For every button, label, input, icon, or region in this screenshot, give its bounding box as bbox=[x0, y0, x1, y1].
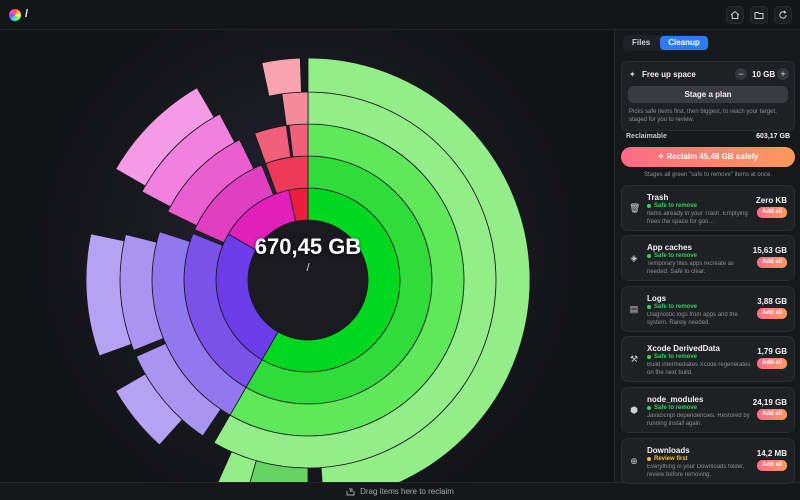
cleanup-item-xcode-deriveddata[interactable]: ⚒ Xcode DerivedData Safe to remove Build in… bbox=[621, 336, 795, 382]
free-up-space-label: Free up space bbox=[642, 70, 696, 79]
reclaimable-label: Reclaimable bbox=[626, 133, 667, 140]
item-size: 3,88 GB bbox=[757, 297, 787, 306]
item-status: Safe to remove bbox=[647, 253, 697, 259]
package-icon: ⬢ bbox=[630, 405, 638, 415]
item-status-text: Safe to remove bbox=[654, 304, 698, 310]
tab-cleanup[interactable]: Cleanup bbox=[660, 36, 708, 50]
item-description: Everything in your Downloads folder, rev… bbox=[647, 464, 745, 478]
item-status-text: Safe to remove bbox=[654, 253, 698, 259]
cube-icon: ◈ bbox=[630, 253, 638, 263]
hammer-icon: ⚒ bbox=[629, 354, 639, 364]
view-tabs: Files Cleanup bbox=[623, 35, 709, 51]
status-dot-icon bbox=[647, 406, 651, 410]
total-size-label: 670,45 GB bbox=[254, 234, 362, 259]
item-status: Review first bbox=[647, 456, 688, 462]
cleanup-sidebar: Files Cleanup ✦ Free up space − 10 GB + … bbox=[614, 30, 800, 484]
item-size: 15,63 GB bbox=[752, 246, 787, 255]
status-dot-icon bbox=[647, 355, 651, 359]
item-title: Logs bbox=[647, 294, 667, 303]
item-status: Safe to remove bbox=[647, 354, 697, 360]
item-size: Zero KB bbox=[755, 196, 787, 205]
reclaimable-value: 603,17 GB bbox=[756, 133, 790, 140]
refresh-button[interactable] bbox=[774, 6, 792, 24]
reclaim-button-label: Reclaim 45,48 GB safely bbox=[666, 152, 759, 161]
cleanup-item-downloads[interactable]: ⊕ Downloads Review first Everything in your… bbox=[621, 438, 795, 484]
reclaim-note: Stages all green "safe to remove" items … bbox=[644, 172, 772, 178]
item-description: Build intermediates Xcode regenerates on… bbox=[647, 362, 751, 376]
drop-hint-text: Drag items here to reclaim bbox=[360, 487, 454, 496]
sunburst-segment-red[interactable] bbox=[281, 91, 309, 126]
refresh-icon bbox=[779, 10, 787, 19]
tab-files[interactable]: Files bbox=[624, 36, 658, 50]
item-description: Diagnostic logs from apps and the system… bbox=[647, 312, 738, 326]
sunburst-segment-red[interactable] bbox=[254, 125, 292, 164]
document-icon: ▤ bbox=[629, 304, 639, 314]
add-all-button[interactable]: Add all bbox=[757, 257, 787, 268]
stage-plan-button[interactable]: Stage a plan bbox=[628, 86, 788, 103]
current-path-title: / bbox=[25, 8, 29, 20]
item-title: Trash bbox=[647, 193, 669, 202]
cleanup-item-logs[interactable]: ▤ Logs Safe to remove Diagnostic logs from … bbox=[621, 286, 795, 332]
status-dot-icon bbox=[647, 254, 651, 258]
add-all-button[interactable]: Add all bbox=[757, 460, 787, 471]
reclaimable-row: Reclaimable 603,17 GB bbox=[626, 133, 790, 140]
folder-icon bbox=[754, 12, 764, 19]
download-icon: ⊕ bbox=[630, 456, 638, 466]
sunburst-area: 670,45 GB / bbox=[0, 30, 614, 482]
item-title: node_modules bbox=[647, 395, 704, 404]
decrease-target-button[interactable]: − bbox=[735, 68, 747, 80]
item-status-text: Safe to remove bbox=[654, 354, 698, 360]
title-bar: / bbox=[0, 0, 800, 30]
item-status: Safe to remove bbox=[647, 203, 697, 209]
status-dot-icon bbox=[647, 204, 651, 208]
reclaim-safely-button[interactable]: ✧ Reclaim 45,48 GB safely bbox=[621, 147, 795, 167]
item-status: Safe to remove bbox=[647, 405, 697, 411]
item-status-text: Review first bbox=[654, 456, 688, 462]
home-icon bbox=[730, 10, 740, 19]
home-button[interactable] bbox=[726, 6, 744, 24]
item-status-text: Safe to remove bbox=[654, 203, 698, 209]
trash-icon: 🗑 bbox=[629, 203, 641, 213]
status-dot-icon bbox=[647, 457, 651, 461]
status-dot-icon bbox=[647, 305, 651, 309]
item-status: Safe to remove bbox=[647, 304, 697, 310]
add-all-button[interactable]: Add all bbox=[757, 409, 787, 420]
cleanup-item-trash[interactable]: 🗑 Trash Safe to remove Items already in you… bbox=[621, 185, 795, 231]
reclaim-drop-zone[interactable]: Drag items here to reclaim bbox=[0, 482, 800, 500]
item-title: App caches bbox=[647, 243, 692, 252]
add-all-button[interactable]: Add all bbox=[757, 308, 787, 319]
item-title: Downloads bbox=[647, 446, 690, 455]
free-up-description: Picks safe items first, then biggest, to… bbox=[629, 109, 777, 123]
sunburst-segment-red[interactable] bbox=[288, 123, 309, 158]
item-status-text: Safe to remove bbox=[654, 405, 698, 411]
item-title: Xcode DerivedData bbox=[647, 344, 720, 353]
center-path-label: / bbox=[306, 262, 310, 274]
add-all-button[interactable]: Add all bbox=[757, 358, 787, 369]
increase-target-button[interactable]: + bbox=[777, 68, 789, 80]
item-size: 1,79 GB bbox=[757, 347, 787, 356]
sunburst-segment-red[interactable] bbox=[261, 57, 302, 97]
cleanup-item-node-modules[interactable]: ⬢ node_modules Safe to remove JavaScript de… bbox=[621, 387, 795, 433]
cleanup-item-app-caches[interactable]: ◈ App caches Safe to remove Temporary files… bbox=[621, 235, 795, 281]
item-description: Temporary files apps recreate as needed.… bbox=[647, 261, 735, 275]
add-all-button[interactable]: Add all bbox=[757, 207, 787, 218]
item-description: Items already in your Trash. Emptying fr… bbox=[647, 211, 748, 225]
app-logo-icon bbox=[9, 9, 21, 21]
item-size: 24,19 GB bbox=[752, 398, 787, 407]
tray-icon bbox=[346, 488, 355, 495]
magic-wand-icon: ✦ bbox=[629, 70, 636, 79]
item-description: JavaScript dependencies. Restored by run… bbox=[647, 413, 750, 427]
target-size-value: 10 GB bbox=[752, 70, 776, 79]
item-size: 14,2 MB bbox=[756, 449, 787, 458]
open-folder-button[interactable] bbox=[750, 6, 768, 24]
free-up-space-card: ✦ Free up space − 10 GB + Stage a plan P… bbox=[621, 61, 795, 131]
